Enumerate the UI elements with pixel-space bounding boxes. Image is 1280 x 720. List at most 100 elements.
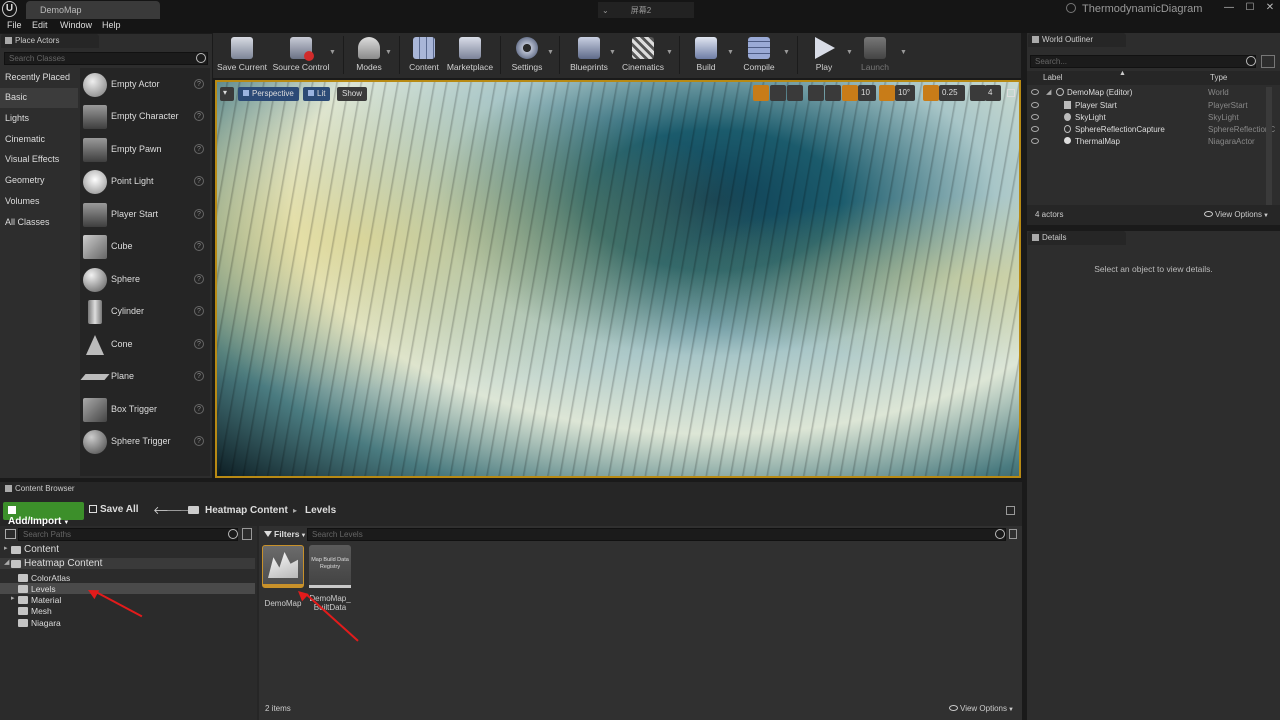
expand-arrow-icon[interactable]: ▸ xyxy=(4,544,8,552)
outliner-settings-icon[interactable] xyxy=(1261,55,1275,68)
compile-dropdown[interactable]: ▼ xyxy=(783,49,790,56)
modes-dropdown[interactable]: ▼ xyxy=(385,49,392,56)
tree-item-levels[interactable]: Levels xyxy=(0,583,255,594)
filters-button[interactable]: Filters▼ xyxy=(262,528,308,541)
grid-snap-icon[interactable] xyxy=(842,85,858,101)
content-browser-tab[interactable]: Content Browser xyxy=(1,482,105,496)
settings-dropdown[interactable]: ▼ xyxy=(547,49,554,56)
outliner-scrollbar[interactable] xyxy=(1266,87,1272,207)
help-icon[interactable]: ? xyxy=(194,111,204,121)
label-column-header[interactable]: Label xyxy=(1043,73,1063,82)
actor-item-empty-actor[interactable]: Empty Actor? xyxy=(80,69,210,101)
visibility-eye-icon[interactable] xyxy=(1031,138,1039,144)
outliner-view-options[interactable]: View Options▼ xyxy=(1204,210,1269,219)
lit-button[interactable]: Lit xyxy=(303,87,331,101)
tree-item-material[interactable]: ▸ Material xyxy=(0,594,255,605)
outliner-search-input[interactable]: Search... xyxy=(1030,55,1256,68)
actor-item-box-trigger[interactable]: Box Trigger? xyxy=(80,394,210,426)
actor-item-point-light[interactable]: Point Light? xyxy=(80,166,210,198)
visibility-eye-icon[interactable] xyxy=(1031,102,1039,108)
collapse-sources-icon[interactable] xyxy=(5,529,16,539)
asset-view-options[interactable]: View Options▼ xyxy=(949,704,1014,713)
actor-item-plane[interactable]: Plane? xyxy=(80,361,210,393)
document-tab[interactable]: DemoMap xyxy=(26,1,160,19)
launch-button[interactable]: Launch xyxy=(857,33,893,78)
type-column-header[interactable]: Type xyxy=(1210,73,1227,82)
menu-edit[interactable]: Edit xyxy=(32,20,48,30)
maximize-viewport-icon[interactable] xyxy=(1007,89,1015,97)
asset-demomap-builtdata[interactable]: Map Build Data Registry xyxy=(309,545,351,588)
scale-snap-icon[interactable] xyxy=(923,85,939,101)
modes-button[interactable]: Modes xyxy=(351,33,387,78)
category-basic[interactable]: Basic xyxy=(0,88,78,108)
world-local-icon[interactable] xyxy=(808,85,824,101)
viewport-menu-button[interactable]: ▾ xyxy=(220,87,234,101)
play-dropdown[interactable]: ▼ xyxy=(846,49,853,56)
asset-demomap[interactable] xyxy=(262,545,304,588)
search-classes-input[interactable]: Search Classes xyxy=(4,52,208,65)
level-viewport[interactable]: ▾ Perspective Lit Show 10 10° 0.25 4 xyxy=(215,80,1021,478)
expand-arrow-icon[interactable]: ▸ xyxy=(11,594,15,602)
content-button[interactable]: Content xyxy=(406,33,442,78)
translate-tool-icon[interactable] xyxy=(753,85,769,101)
expand-arrow-icon[interactable]: ◢ xyxy=(1046,88,1051,96)
visibility-eye-icon[interactable] xyxy=(1031,126,1039,132)
lock-icon[interactable] xyxy=(1006,506,1015,515)
category-recently-placed[interactable]: Recently Placed xyxy=(0,68,78,88)
surface-snap-icon[interactable] xyxy=(825,85,841,101)
help-icon[interactable]: ? xyxy=(194,209,204,219)
actor-item-sphere[interactable]: Sphere? xyxy=(80,264,210,296)
tree-item-heatmap-content[interactable]: ◢ Heatmap Content xyxy=(0,558,255,569)
category-volumes[interactable]: Volumes xyxy=(0,192,78,212)
save-current-button[interactable]: Save Current xyxy=(216,33,268,78)
history-icon[interactable] xyxy=(1009,529,1017,539)
camera-speed-icon[interactable] xyxy=(970,85,986,101)
search-levels-input[interactable]: Search Levels xyxy=(307,528,1006,541)
actor-item-player-start[interactable]: Player Start? xyxy=(80,199,210,231)
category-all-classes[interactable]: All Classes xyxy=(0,213,78,233)
breadcrumb-levels[interactable]: Levels xyxy=(305,505,336,516)
help-icon[interactable]: ? xyxy=(194,306,204,316)
chevron-down-icon[interactable]: ⌄ xyxy=(602,6,609,15)
collapse-arrow-icon[interactable]: ◢ xyxy=(4,558,9,566)
rotation-snap-value[interactable]: 10° xyxy=(895,85,915,101)
actor-item-cylinder[interactable]: Cylinder? xyxy=(80,296,210,328)
outliner-row[interactable]: ◢ DemoMap (Editor) World xyxy=(1027,87,1280,99)
actor-item-sphere-trigger[interactable]: Sphere Trigger? xyxy=(80,426,210,458)
breadcrumb-heatmap-content[interactable]: Heatmap Content xyxy=(205,505,288,516)
tree-item-coloratlas[interactable]: ColorAtlas xyxy=(0,572,255,583)
help-icon[interactable]: ? xyxy=(194,144,204,154)
menu-file[interactable]: File xyxy=(7,20,22,30)
actor-item-empty-pawn[interactable]: Empty Pawn? xyxy=(80,134,210,166)
tree-item-niagara[interactable]: Niagara xyxy=(0,617,255,628)
rotate-tool-icon[interactable] xyxy=(770,85,786,101)
menu-help[interactable]: Help xyxy=(102,20,121,30)
add-import-button[interactable]: Add/Import ▼ xyxy=(3,502,84,527)
close-button[interactable]: ✕ xyxy=(1263,3,1277,13)
maximize-button[interactable]: ☐ xyxy=(1243,3,1257,13)
help-icon[interactable]: ? xyxy=(194,176,204,186)
world-outliner-tab[interactable]: World Outliner xyxy=(1028,33,1126,47)
outliner-row[interactable]: Player Start PlayerStart xyxy=(1027,100,1280,112)
marketplace-button[interactable]: Marketplace xyxy=(445,33,495,78)
help-icon[interactable]: ? xyxy=(194,79,204,89)
help-icon[interactable]: ? xyxy=(194,274,204,284)
minimize-button[interactable]: — xyxy=(1222,3,1236,13)
build-dropdown[interactable]: ▼ xyxy=(727,49,734,56)
source-control-button[interactable]: Source Control xyxy=(271,33,331,78)
compile-button[interactable]: Compile xyxy=(739,33,779,78)
cinematics-button[interactable]: Cinematics xyxy=(619,33,667,78)
place-actors-tab[interactable]: Place Actors xyxy=(1,34,99,48)
category-lights[interactable]: Lights xyxy=(0,109,78,129)
outliner-row[interactable]: SkyLight SkyLight xyxy=(1027,112,1280,124)
details-tab[interactable]: Details xyxy=(1028,231,1126,245)
blueprints-button[interactable]: Blueprints xyxy=(565,33,613,78)
help-icon[interactable]: ? xyxy=(194,339,204,349)
visibility-eye-icon[interactable] xyxy=(1031,89,1039,95)
category-cinematic[interactable]: Cinematic xyxy=(0,130,78,150)
category-geometry[interactable]: Geometry xyxy=(0,171,78,191)
play-button[interactable]: Play xyxy=(807,33,841,78)
grid-snap-value[interactable]: 10 xyxy=(858,85,876,101)
visibility-eye-icon[interactable] xyxy=(1031,114,1039,120)
help-icon[interactable]: ? xyxy=(194,436,204,446)
